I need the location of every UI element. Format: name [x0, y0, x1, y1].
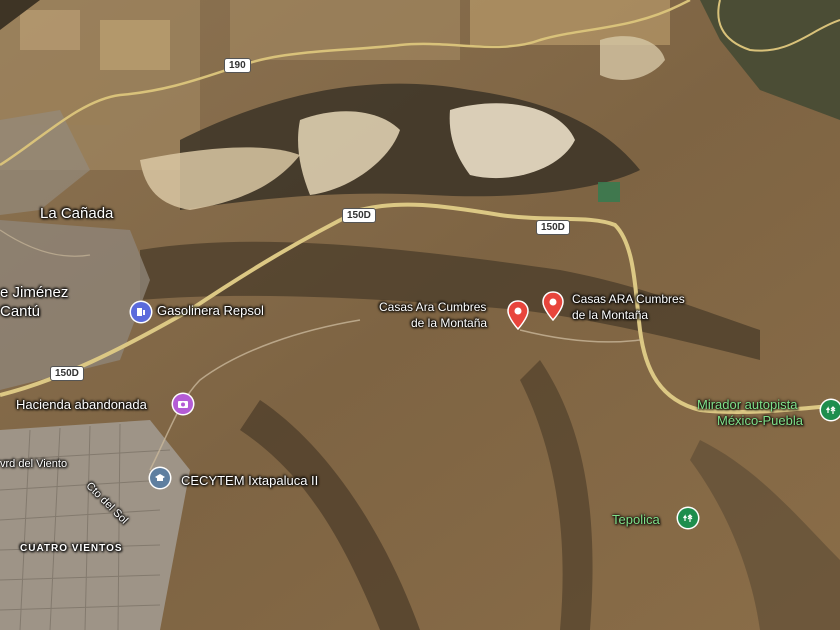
- poi-label-tepolica[interactable]: Tepolica: [612, 512, 660, 528]
- place-label-jimenez-line2[interactable]: Cantú: [0, 303, 40, 320]
- satellite-map[interactable]: 190 150D 150D 150D La Cañada e Jiménez C…: [0, 0, 840, 630]
- poi-label-mirador-line2[interactable]: México-Puebla: [717, 413, 803, 429]
- map-pin-icon[interactable]: [542, 291, 564, 321]
- satellite-terrain: [0, 0, 840, 630]
- route-150d-shield: 150D: [342, 208, 376, 223]
- place-label-la-canada[interactable]: La Cañada: [40, 205, 113, 222]
- poi-label-gasolinera[interactable]: Gasolinera Repsol: [157, 303, 264, 319]
- route-150d-shield: 150D: [536, 220, 570, 235]
- gas-station-icon[interactable]: [131, 302, 151, 322]
- route-190-shield: 190: [224, 58, 251, 73]
- poi-label-casas-ARA-line1[interactable]: Casas ARA Cumbres: [572, 292, 685, 307]
- park-icon[interactable]: [678, 508, 698, 528]
- poi-label-casas-ARA-line2[interactable]: de la Montaña: [572, 308, 648, 323]
- place-label-cuatro-vientos[interactable]: CUATRO VIENTOS: [20, 543, 123, 555]
- poi-label-cecytem[interactable]: CECYTEM Ixtapaluca II: [181, 473, 318, 489]
- poi-label-casas-ara-line1[interactable]: Casas Ara Cumbres: [379, 300, 486, 315]
- poi-label-casas-ara-line2[interactable]: de la Montaña: [411, 316, 487, 331]
- camera-icon[interactable]: [173, 394, 193, 414]
- street-label-viento: vrd del Viento: [0, 458, 68, 470]
- place-label-jimenez-line1[interactable]: e Jiménez: [0, 284, 68, 301]
- park-icon[interactable]: [821, 400, 840, 420]
- poi-label-hacienda[interactable]: Hacienda abandonada: [16, 397, 147, 413]
- poi-label-mirador-line1[interactable]: Mirador autopista: [697, 397, 797, 413]
- school-icon[interactable]: [150, 468, 170, 488]
- route-150d-shield: 150D: [50, 366, 84, 381]
- map-pin-icon[interactable]: [507, 300, 529, 330]
